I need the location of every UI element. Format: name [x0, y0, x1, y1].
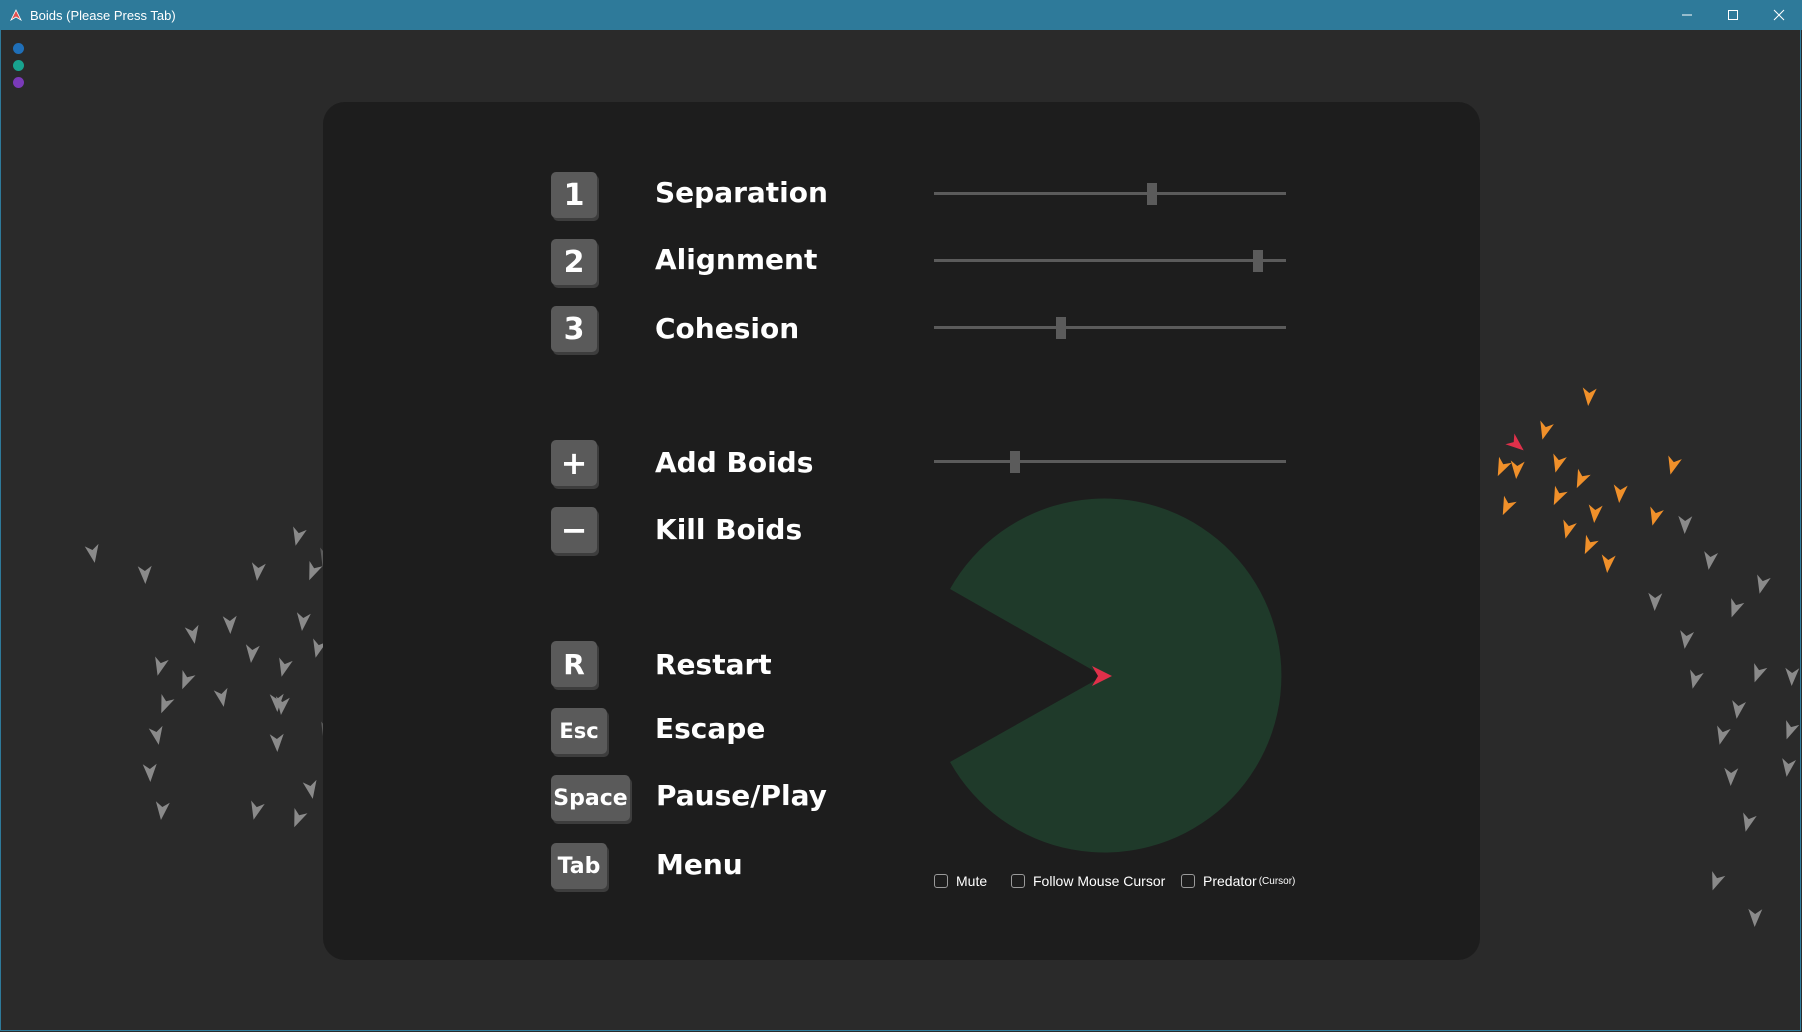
close-icon	[1773, 9, 1785, 21]
maximize-button[interactable]	[1710, 0, 1756, 30]
close-button[interactable]	[1756, 0, 1802, 30]
window-title: Boids (Please Press Tab)	[30, 8, 176, 23]
maximize-icon	[1728, 10, 1738, 20]
window-frame	[0, 30, 1801, 1031]
minimize-icon	[1682, 14, 1692, 16]
app-icon	[10, 9, 22, 21]
minimize-button[interactable]	[1664, 0, 1710, 30]
title-bar[interactable]: Boids (Please Press Tab)	[0, 0, 1802, 30]
